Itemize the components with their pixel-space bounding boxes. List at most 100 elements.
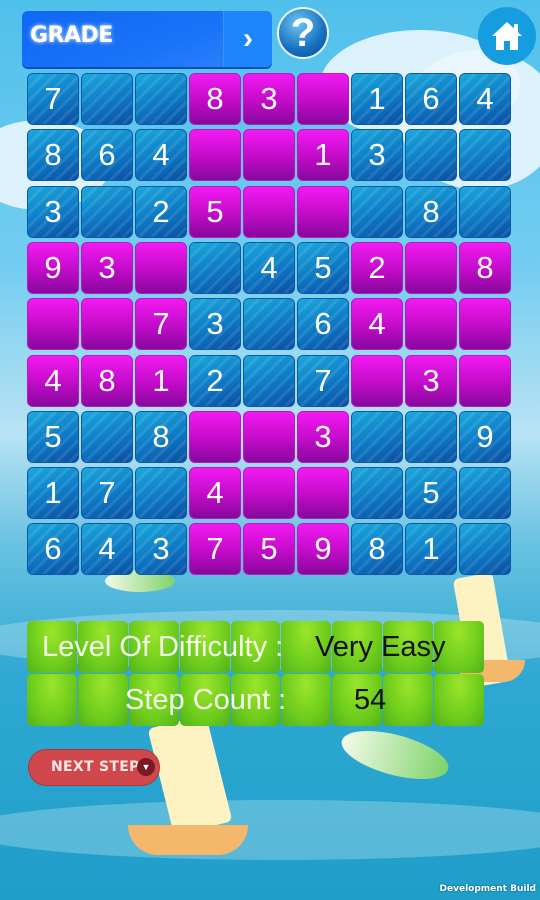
sudoku-cell[interactable]: 7 [297, 354, 349, 407]
sudoku-cell[interactable]: 4 [351, 298, 403, 351]
sudoku-cell[interactable] [81, 73, 133, 125]
cell-value: 6 [314, 306, 332, 342]
sudoku-cell[interactable] [243, 354, 295, 407]
sudoku-cell[interactable] [243, 410, 295, 463]
sudoku-cell[interactable] [243, 467, 295, 520]
sudoku-cell[interactable]: 4 [27, 354, 79, 407]
sudoku-cell[interactable]: 3 [351, 129, 403, 182]
sudoku-cell[interactable]: 8 [27, 129, 79, 182]
sudoku-cell[interactable]: 8 [81, 354, 133, 407]
sudoku-cell[interactable]: 4 [81, 523, 133, 576]
sudoku-cell[interactable]: 1 [297, 129, 349, 182]
sudoku-cell[interactable]: 4 [459, 73, 511, 125]
sudoku-cell[interactable]: 8 [459, 241, 511, 294]
sudoku-cell[interactable] [135, 73, 187, 125]
cell-value: 2 [206, 362, 224, 398]
sudoku-cell[interactable] [459, 129, 511, 182]
sudoku-cell[interactable]: 7 [81, 467, 133, 520]
sudoku-cell[interactable]: 5 [297, 241, 349, 294]
cell-value: 3 [98, 249, 116, 285]
cell-value: 6 [422, 81, 440, 116]
sudoku-cell[interactable] [189, 410, 241, 463]
sudoku-cell[interactable] [297, 73, 349, 125]
chevron-right-icon: › [243, 22, 253, 55]
cell-value: 3 [368, 137, 386, 173]
sudoku-cell[interactable]: 1 [405, 523, 457, 576]
sudoku-cell[interactable]: 3 [27, 185, 79, 238]
sudoku-cell[interactable]: 8 [351, 523, 403, 576]
sudoku-cell[interactable]: 7 [27, 73, 79, 125]
sudoku-cell[interactable] [135, 241, 187, 294]
sudoku-cell[interactable] [459, 467, 511, 520]
sudoku-cell[interactable]: 8 [189, 73, 241, 125]
grade-next-button[interactable]: › [223, 11, 272, 67]
sudoku-cell[interactable] [351, 467, 403, 520]
sudoku-cell[interactable]: 1 [27, 467, 79, 520]
sudoku-cell[interactable]: 3 [135, 523, 187, 576]
next-step-button[interactable]: NEXT STEP ▼ [28, 749, 160, 786]
help-button[interactable]: ? [277, 7, 329, 59]
sudoku-cell[interactable]: 9 [297, 523, 349, 576]
sudoku-cell[interactable] [351, 410, 403, 463]
sudoku-cell[interactable]: 7 [135, 298, 187, 351]
sudoku-cell[interactable]: 5 [243, 523, 295, 576]
sudoku-cell[interactable] [243, 129, 295, 182]
sudoku-cell[interactable]: 2 [189, 354, 241, 407]
sudoku-cell[interactable] [405, 129, 457, 182]
sudoku-cell[interactable] [405, 410, 457, 463]
sudoku-cell[interactable]: 1 [351, 73, 403, 125]
sudoku-cell[interactable]: 2 [351, 241, 403, 294]
sudoku-cell[interactable] [459, 523, 511, 576]
cell-value: 3 [44, 193, 62, 229]
sudoku-cell[interactable] [351, 354, 403, 407]
sudoku-cell[interactable]: 8 [135, 410, 187, 463]
sudoku-cell[interactable]: 6 [405, 73, 457, 125]
cell-value: 1 [368, 81, 386, 116]
sudoku-cell[interactable]: 6 [81, 129, 133, 182]
sudoku-cell[interactable]: 2 [135, 185, 187, 238]
cell-value: 2 [152, 193, 170, 229]
sudoku-cell[interactable] [189, 129, 241, 182]
sudoku-cell[interactable]: 5 [405, 467, 457, 520]
sudoku-cell[interactable]: 9 [27, 241, 79, 294]
sudoku-cell[interactable] [243, 185, 295, 238]
sudoku-cell[interactable] [459, 354, 511, 407]
sudoku-cell[interactable]: 4 [243, 241, 295, 294]
sudoku-cell[interactable]: 6 [297, 298, 349, 351]
sudoku-cell[interactable] [81, 185, 133, 238]
sudoku-cell[interactable] [459, 298, 511, 351]
sudoku-cell[interactable] [351, 185, 403, 238]
cell-value: 3 [152, 531, 170, 567]
sudoku-cell[interactable] [135, 467, 187, 520]
sudoku-cell[interactable]: 6 [27, 523, 79, 576]
cell-value: 1 [152, 362, 170, 398]
sudoku-cell[interactable]: 3 [81, 241, 133, 294]
sudoku-cell[interactable]: 3 [243, 73, 295, 125]
sudoku-cell[interactable]: 4 [189, 467, 241, 520]
home-button[interactable] [478, 7, 536, 65]
cell-value: 8 [44, 137, 62, 173]
sudoku-cell[interactable]: 9 [459, 410, 511, 463]
sudoku-cell[interactable] [81, 298, 133, 351]
grade-selector[interactable]: GRADE › [22, 11, 272, 67]
sudoku-cell[interactable]: 1 [135, 354, 187, 407]
sudoku-cell[interactable] [243, 298, 295, 351]
sudoku-cell[interactable] [405, 298, 457, 351]
sudoku-cell[interactable]: 7 [189, 523, 241, 576]
sudoku-cell[interactable] [189, 241, 241, 294]
sudoku-cell[interactable] [81, 410, 133, 463]
sudoku-cell[interactable] [297, 185, 349, 238]
sudoku-cell[interactable]: 5 [27, 410, 79, 463]
sudoku-cell[interactable]: 3 [405, 354, 457, 407]
sudoku-cell[interactable] [297, 467, 349, 520]
difficulty-label: Level Of Difficulty : [42, 630, 284, 663]
sudoku-cell[interactable]: 3 [297, 410, 349, 463]
sudoku-cell[interactable] [459, 185, 511, 238]
sudoku-cell[interactable] [405, 241, 457, 294]
sudoku-cell[interactable] [27, 298, 79, 351]
next-step-label: NEXT STEP [51, 759, 140, 775]
sudoku-cell[interactable]: 4 [135, 129, 187, 182]
sudoku-cell[interactable]: 5 [189, 185, 241, 238]
sudoku-cell[interactable]: 8 [405, 185, 457, 238]
sudoku-cell[interactable]: 3 [189, 298, 241, 351]
